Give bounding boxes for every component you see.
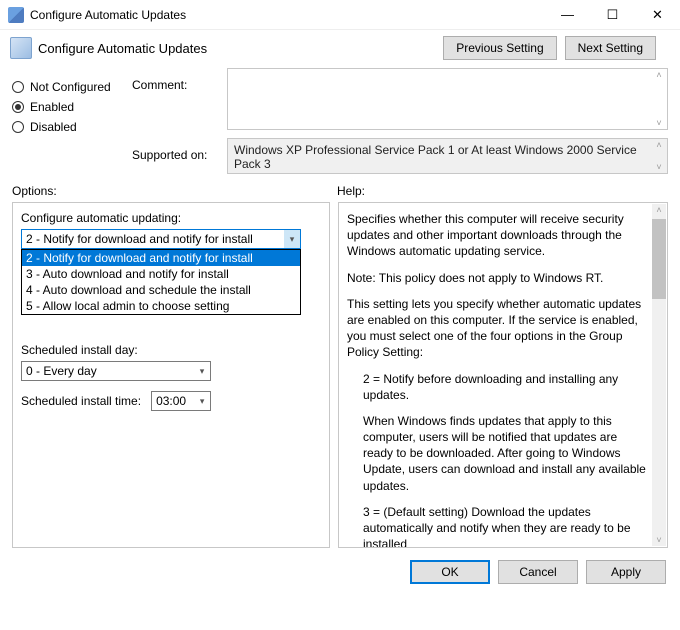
help-text: Specifies whether this computer will rec…: [347, 211, 647, 260]
help-label: Help:: [337, 184, 365, 198]
supported-on-label: Supported on:: [132, 148, 217, 162]
scroll-up-icon: ˄: [652, 140, 666, 150]
page-title: Configure Automatic Updates: [38, 41, 207, 56]
radio-not-configured[interactable]: Not Configured: [12, 80, 122, 94]
scrollbar[interactable]: ˄˅: [652, 70, 666, 128]
help-panel: Specifies whether this computer will rec…: [338, 202, 668, 548]
scroll-down-icon: ˅: [652, 162, 666, 172]
scroll-down-icon: ˅: [652, 534, 666, 546]
radio-icon: [12, 121, 24, 133]
install-time-label: Scheduled install time:: [21, 394, 141, 408]
apply-button[interactable]: Apply: [586, 560, 666, 584]
configure-updating-select[interactable]: 2 - Notify for download and notify for i…: [21, 229, 301, 249]
help-text: This setting lets you specify whether au…: [347, 296, 647, 361]
chevron-down-icon: ▾: [194, 362, 210, 380]
dialog-buttons: OK Cancel Apply: [0, 554, 680, 590]
configure-updating-label: Configure automatic updating:: [21, 211, 321, 225]
install-time-value: 03:00: [156, 394, 186, 408]
radio-label: Not Configured: [30, 80, 111, 94]
dropdown-option[interactable]: 3 - Auto download and notify for install: [22, 266, 300, 282]
header: Configure Automatic Updates Previous Set…: [0, 30, 680, 62]
scroll-up-icon: ˄: [652, 70, 666, 80]
radio-icon: [12, 101, 24, 113]
help-text: When Windows finds updates that apply to…: [363, 413, 647, 494]
next-setting-button[interactable]: Next Setting: [565, 36, 656, 60]
install-day-value: 0 - Every day: [26, 364, 97, 378]
options-panel: Configure automatic updating: 2 - Notify…: [12, 202, 330, 548]
supported-on-text: Windows XP Professional Service Pack 1 o…: [234, 143, 637, 171]
help-text: Note: This policy does not apply to Wind…: [347, 270, 647, 286]
options-label: Options:: [12, 184, 337, 198]
title-bar: Configure Automatic Updates — ☐ ✕: [0, 0, 680, 30]
scroll-down-icon: ˅: [652, 118, 666, 128]
cancel-button[interactable]: Cancel: [498, 560, 578, 584]
radio-label: Enabled: [30, 100, 74, 114]
minimize-button[interactable]: —: [545, 0, 590, 29]
app-icon: [8, 7, 24, 23]
config-area: Not Configured Enabled Disabled Comment:…: [0, 62, 680, 178]
chevron-down-icon: ▾: [194, 392, 210, 410]
radio-label: Disabled: [30, 120, 77, 134]
scroll-up-icon: ˄: [652, 204, 666, 216]
dropdown-option[interactable]: 4 - Auto download and schedule the insta…: [22, 282, 300, 298]
dropdown-option[interactable]: 2 - Notify for download and notify for i…: [22, 250, 300, 266]
radio-icon: [12, 81, 24, 93]
radio-enabled[interactable]: Enabled: [12, 100, 122, 114]
help-text: 2 = Notify before downloading and instal…: [363, 371, 647, 403]
supported-on-field: Windows XP Professional Service Pack 1 o…: [227, 138, 668, 174]
close-button[interactable]: ✕: [635, 0, 680, 29]
install-time-select[interactable]: 03:00 ▾: [151, 391, 211, 411]
install-day-label: Scheduled install day:: [21, 343, 321, 357]
scrollbar-thumb[interactable]: [652, 219, 666, 299]
maximize-button[interactable]: ☐: [590, 0, 635, 29]
radio-disabled[interactable]: Disabled: [12, 120, 122, 134]
configure-updating-dropdown-list: 2 - Notify for download and notify for i…: [21, 249, 301, 315]
previous-setting-button[interactable]: Previous Setting: [443, 36, 556, 60]
dropdown-option[interactable]: 5 - Allow local admin to choose setting: [22, 298, 300, 314]
window-controls: — ☐ ✕: [545, 0, 680, 29]
scrollbar[interactable]: ˄˅: [652, 140, 666, 172]
install-day-select[interactable]: 0 - Every day ▾: [21, 361, 211, 381]
help-text: 3 = (Default setting) Download the updat…: [363, 504, 647, 548]
window-title: Configure Automatic Updates: [30, 8, 545, 22]
configure-updating-value: 2 - Notify for download and notify for i…: [26, 232, 253, 246]
policy-icon: [10, 37, 32, 59]
ok-button[interactable]: OK: [410, 560, 490, 584]
comment-textarea[interactable]: ˄˅: [227, 68, 668, 130]
chevron-down-icon: ▾: [284, 230, 300, 248]
comment-label: Comment:: [132, 78, 217, 92]
